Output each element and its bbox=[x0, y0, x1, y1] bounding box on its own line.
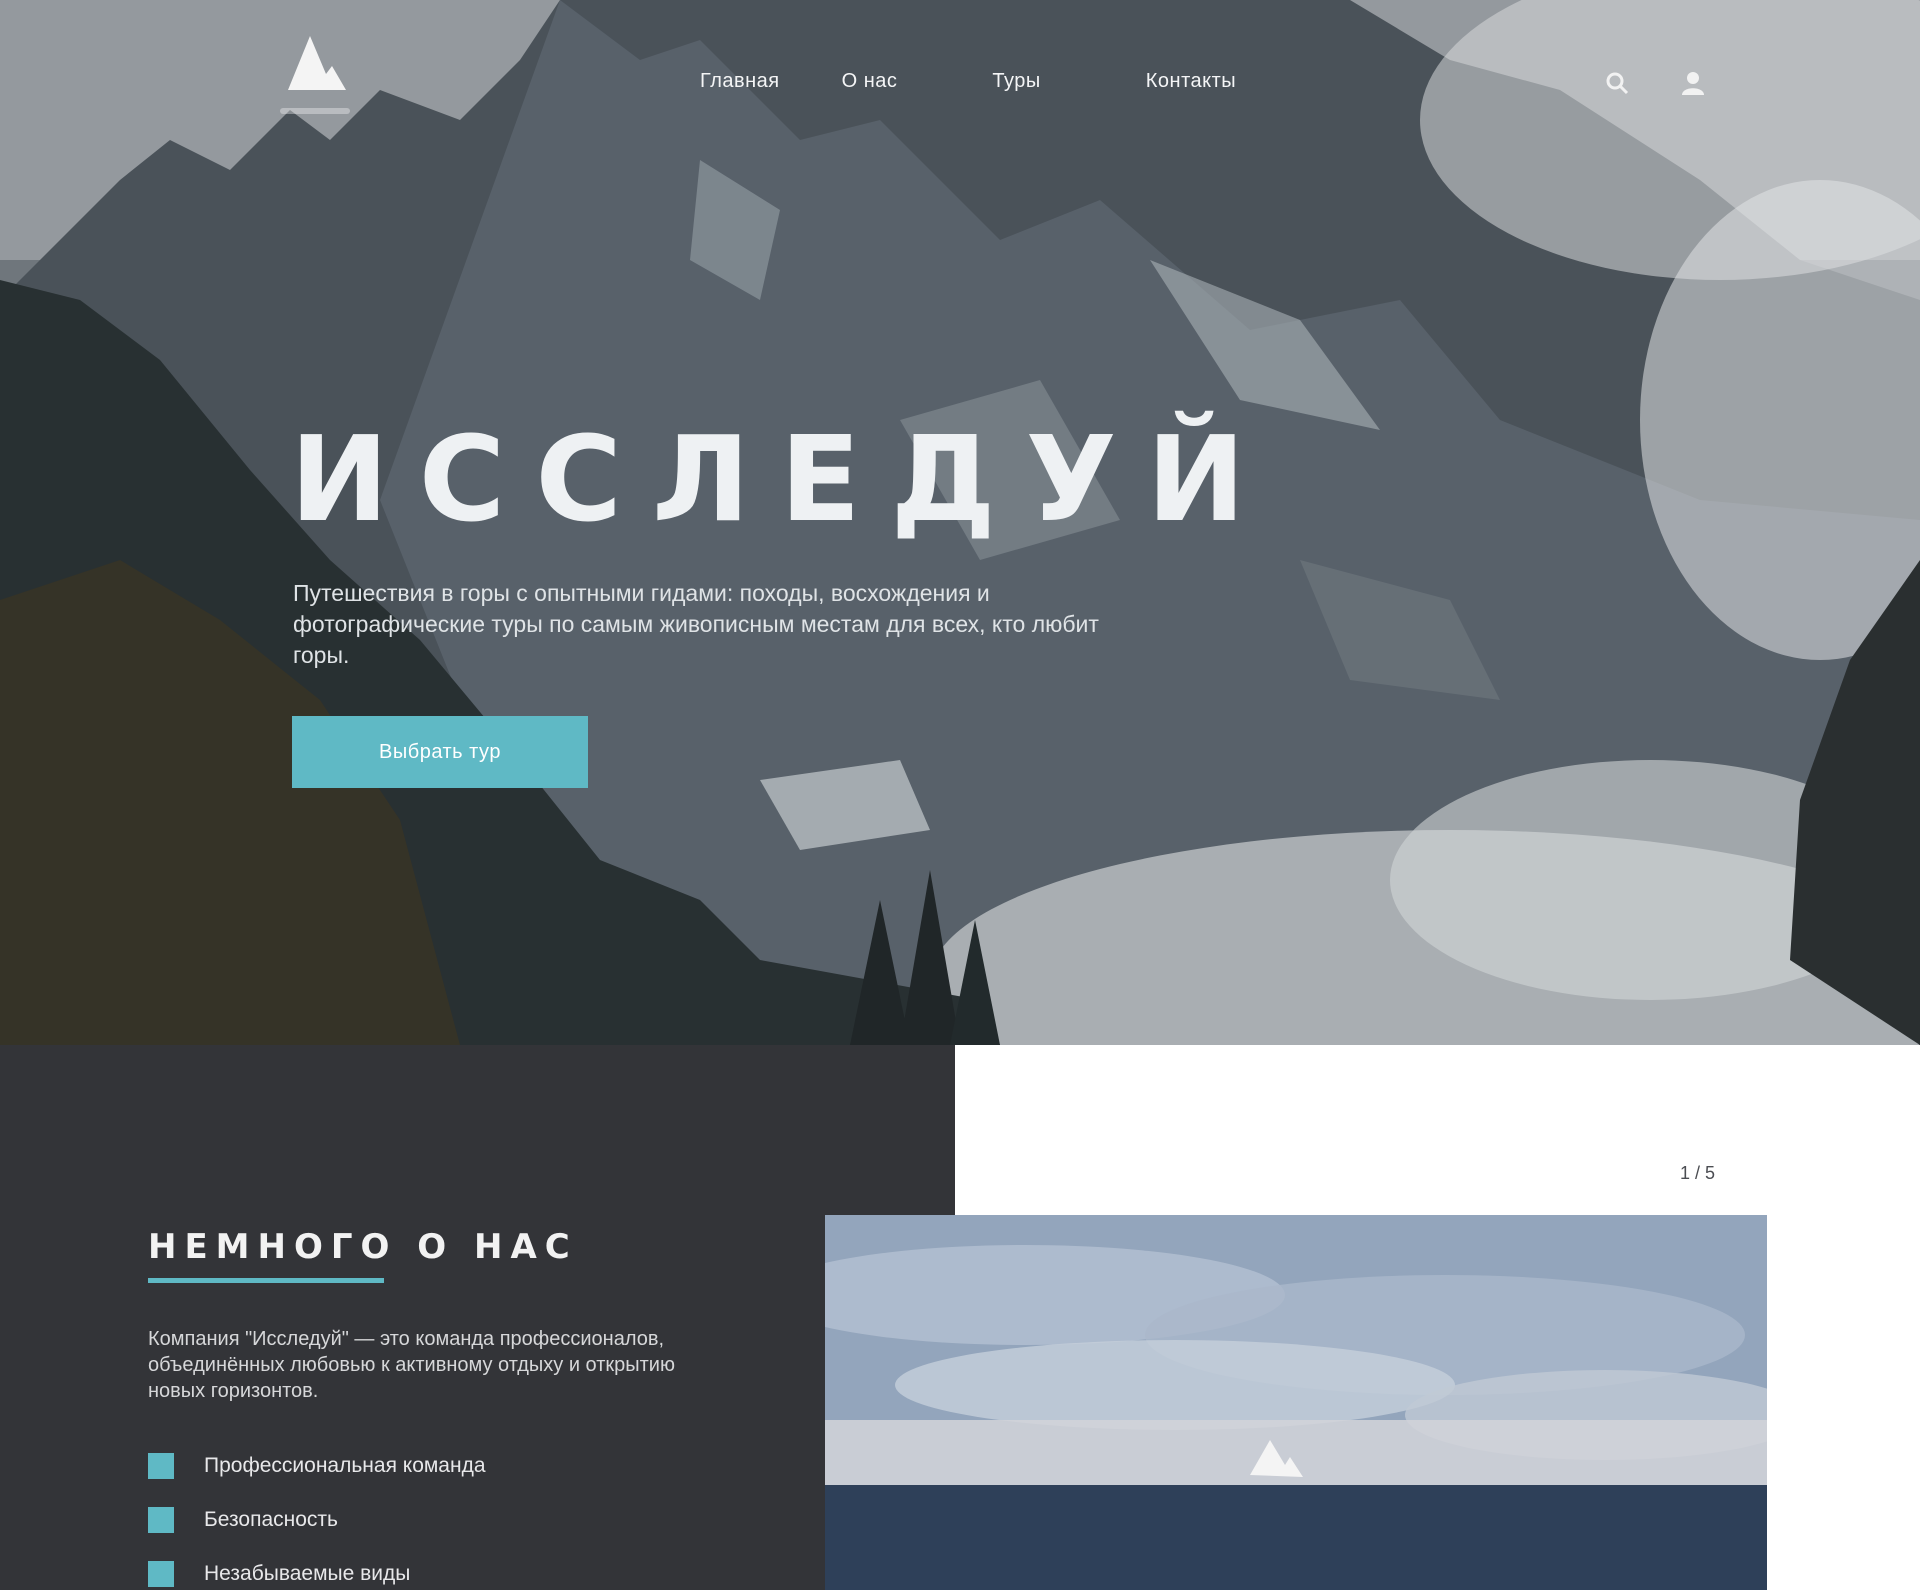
list-item: Незабываемые виды bbox=[148, 1561, 486, 1587]
logo-caption bbox=[280, 108, 350, 114]
choose-tour-button[interactable]: Выбрать тур bbox=[292, 716, 588, 788]
about-text: Компания "Исследуй" — это команда профес… bbox=[148, 1328, 675, 1402]
square-bullet-icon bbox=[148, 1507, 174, 1533]
feature-list: Профессиональная команда Безопасность Не… bbox=[148, 1453, 486, 1590]
site-logo[interactable] bbox=[280, 30, 350, 125]
nav-item-about[interactable]: О нас bbox=[842, 70, 898, 93]
hero-section: Главная О нас Туры Контакты ИССЛЕДУЙ Пут… bbox=[0, 0, 1920, 1045]
gallery-pager[interactable]: 1 / 5 bbox=[1680, 1163, 1715, 1184]
feature-label: Профессиональная команда bbox=[204, 1454, 486, 1477]
nav-item-home[interactable]: Главная bbox=[700, 70, 780, 93]
list-item: Безопасность bbox=[148, 1507, 486, 1533]
feature-label: Незабываемые виды bbox=[204, 1562, 411, 1585]
pager-text: 1 / 5 bbox=[1680, 1163, 1716, 1183]
square-bullet-icon bbox=[148, 1453, 174, 1479]
mountain-logo-icon bbox=[288, 36, 346, 90]
hero-title: ИССЛЕДУЙ bbox=[290, 410, 1276, 548]
header-icons bbox=[1604, 70, 1706, 96]
nav-item-tours[interactable]: Туры bbox=[992, 70, 1040, 93]
square-bullet-icon bbox=[148, 1561, 174, 1587]
hero-subtitle: Путешествия в горы с опытными гидами: по… bbox=[293, 580, 1099, 669]
user-icon[interactable] bbox=[1680, 70, 1706, 96]
about-title-underline bbox=[148, 1278, 384, 1283]
search-icon[interactable] bbox=[1604, 70, 1630, 96]
nav-item-contacts[interactable]: Контакты bbox=[1146, 70, 1236, 93]
feature-label: Безопасность bbox=[204, 1508, 338, 1531]
main-nav: Главная О нас Туры Контакты bbox=[700, 70, 1298, 93]
list-item: Профессиональная команда bbox=[148, 1453, 486, 1479]
gallery-photo bbox=[825, 1215, 1767, 1590]
cloudy-sea-image bbox=[825, 1215, 1767, 1590]
about-title: НЕМНОГО О НАС bbox=[148, 1227, 578, 1267]
